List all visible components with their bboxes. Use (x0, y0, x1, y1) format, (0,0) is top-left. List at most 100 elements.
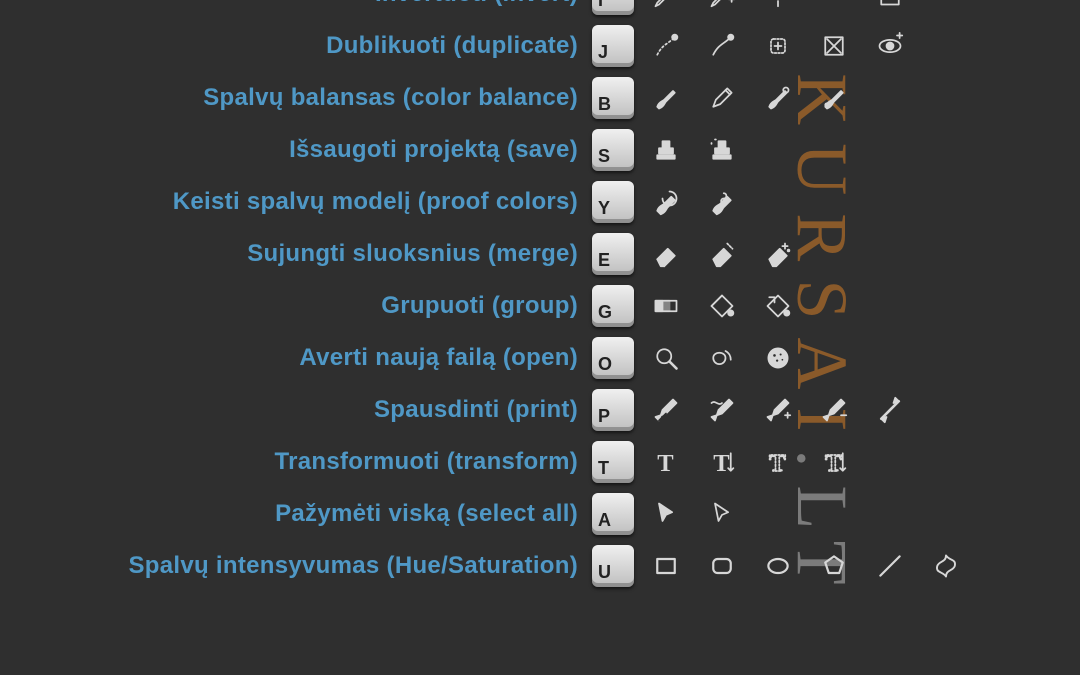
color-sampler-icon (764, 0, 792, 8)
cheatsheet-page: KURSAI.LT Invertuoti (invert)I123Dubliku… (0, 0, 1080, 675)
type-vertical-icon: T (708, 448, 736, 476)
tool-icon-group: 123 (652, 0, 960, 8)
freeform-pen-icon (708, 396, 736, 424)
patch-icon (764, 32, 792, 60)
shortcut-label: Išsaugoti projektą (save) (0, 136, 592, 164)
shortcut-label: Pažymėti viską (select all) (0, 500, 592, 528)
direct-select-icon (708, 500, 736, 528)
healing-brush-dotted-icon (652, 32, 680, 60)
shortcut-row: Išsaugoti projektą (save)S (0, 124, 1080, 176)
tool-icon-group: TTTT (652, 448, 848, 476)
shortcut-label: Grupuoti (group) (0, 292, 592, 320)
shortcut-row: Pažymėti viską (select all)A (0, 488, 1080, 540)
dodge-icon (652, 344, 680, 372)
add-anchor-icon (764, 396, 792, 424)
shortcut-row: Sujungti sluoksnius (merge)E (0, 228, 1080, 280)
eraser-icon (652, 240, 680, 268)
pattern-stamp-icon (708, 136, 736, 164)
svg-text:T: T (657, 450, 673, 476)
keyboard-key: B (592, 77, 634, 119)
mixer-brush-icon (820, 84, 848, 112)
burn-icon (708, 344, 736, 372)
keyboard-key: J (592, 25, 634, 67)
delete-anchor-icon (820, 396, 848, 424)
shortcut-row: Grupuoti (group)G (0, 280, 1080, 332)
shortcut-row: Spalvų balansas (color balance)B (0, 72, 1080, 124)
tool-icon-group (652, 188, 736, 216)
keyboard-key: O (592, 337, 634, 379)
eyedropper-icon (652, 0, 680, 8)
tool-icon-group (652, 500, 736, 528)
pencil-icon (708, 84, 736, 112)
keyboard-key: G (592, 285, 634, 327)
tool-icon-group (652, 84, 848, 112)
art-history-brush-icon (708, 188, 736, 216)
count-123-icon: 123 (932, 0, 960, 8)
brush-icon (652, 84, 680, 112)
keyboard-key: E (592, 233, 634, 275)
shortcut-row: Keisti spalvų modelį (proof colors)Y (0, 176, 1080, 228)
shortcut-row: Averti naują failą (open)O (0, 332, 1080, 384)
note-icon (876, 0, 904, 8)
tool-icon-group (652, 552, 960, 580)
type-mask-vertical-icon: T (820, 448, 848, 476)
shortcut-label: Invertuoti (invert) (0, 0, 592, 8)
color-replace-icon (764, 84, 792, 112)
shortcut-row: Dublikuoti (duplicate)J (0, 20, 1080, 72)
polygon-shape-icon (820, 552, 848, 580)
shortcut-row: Spalvų intensyvumas (Hue/Saturation)U (0, 540, 1080, 592)
content-aware-icon (820, 32, 848, 60)
line-shape-icon (876, 552, 904, 580)
sponge-icon (764, 344, 792, 372)
rect-shape-icon (652, 552, 680, 580)
gradient-icon (652, 292, 680, 320)
tool-icon-group (652, 136, 736, 164)
tool-icon-group (652, 396, 904, 424)
pen-icon (652, 396, 680, 424)
custom-shape-icon (932, 552, 960, 580)
type-icon: T (652, 448, 680, 476)
tool-icon-group (652, 292, 792, 320)
shortcut-row: Transformuoti (transform)TTTTT (0, 436, 1080, 488)
keyboard-key: S (592, 129, 634, 171)
ellipse-shape-icon (764, 552, 792, 580)
keyboard-key: U (592, 545, 634, 587)
keyboard-key: P (592, 389, 634, 431)
shortcut-label: Spausdinti (print) (0, 396, 592, 424)
type-mask-icon: T (764, 448, 792, 476)
healing-brush-icon (708, 32, 736, 60)
rounded-rect-shape-icon (708, 552, 736, 580)
convert-point-icon (876, 396, 904, 424)
background-eraser-icon (708, 240, 736, 268)
shortcut-list: Invertuoti (invert)I 123 Dublikuoti (dupli… (0, 0, 1080, 592)
keyboard-key: Y (592, 181, 634, 223)
shortcut-label: Averti naują failą (open) (0, 344, 592, 372)
magic-eraser-icon (764, 240, 792, 268)
paint-bucket-icon (708, 292, 736, 320)
shortcut-label: Sujungti sluoksnius (merge) (0, 240, 592, 268)
keyboard-key: I (592, 0, 634, 15)
red-eye-icon (876, 32, 904, 60)
svg-text:T: T (769, 450, 785, 476)
tool-icon-group (652, 344, 792, 372)
keyboard-key: T (592, 441, 634, 483)
history-brush-icon (652, 188, 680, 216)
shortcut-row: Invertuoti (invert)I 123 (0, 0, 1080, 20)
stamp-icon (652, 136, 680, 164)
shortcut-label: Spalvų balansas (color balance) (0, 84, 592, 112)
path-select-icon (652, 500, 680, 528)
svg-text:T: T (825, 450, 841, 476)
tool-icon-group (652, 32, 904, 60)
keyboard-key: A (592, 493, 634, 535)
shortcut-label: Keisti spalvų modelį (proof colors) (0, 188, 592, 216)
ruler-icon (820, 0, 848, 8)
shortcut-label: Transformuoti (transform) (0, 448, 592, 476)
shortcut-row: Spausdinti (print)P (0, 384, 1080, 436)
eyedropper-plus-icon (708, 0, 736, 8)
svg-text:123: 123 (936, 0, 957, 3)
3d-material-drop-icon (764, 292, 792, 320)
tool-icon-group (652, 240, 792, 268)
shortcut-label: Spalvų intensyvumas (Hue/Saturation) (0, 552, 592, 580)
svg-text:T: T (713, 450, 729, 476)
shortcut-label: Dublikuoti (duplicate) (0, 32, 592, 60)
